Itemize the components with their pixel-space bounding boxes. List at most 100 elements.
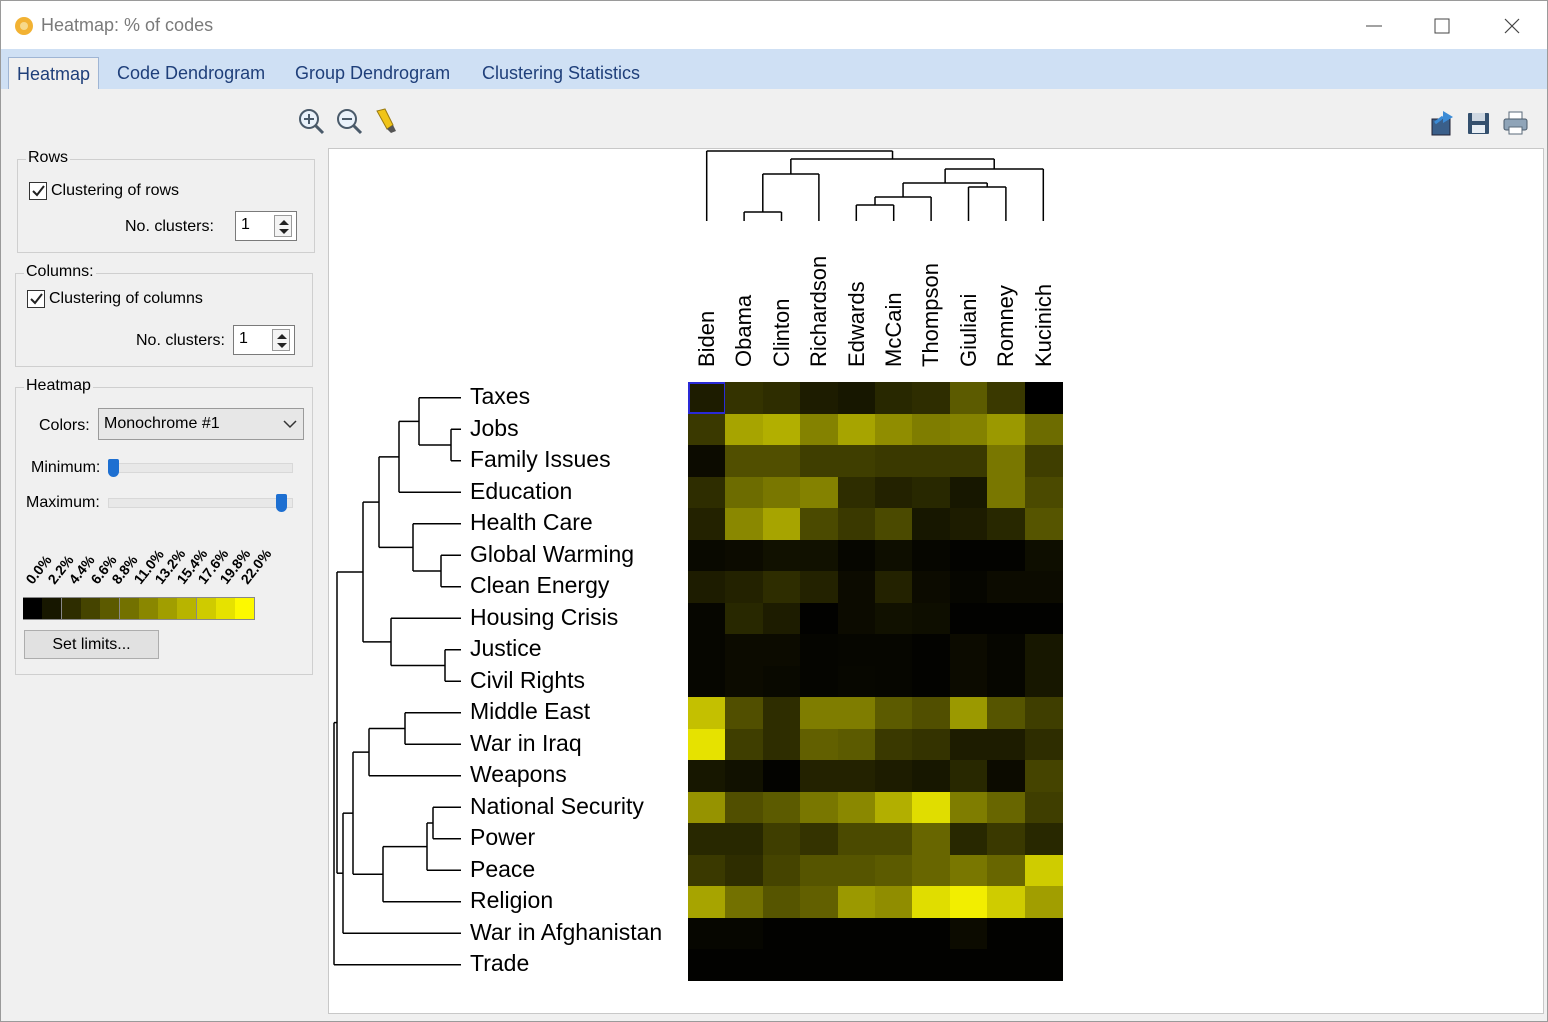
heatmap-cell[interactable]: [987, 917, 1026, 950]
heatmap-cell[interactable]: [688, 791, 726, 824]
heatmap-cell[interactable]: [837, 823, 876, 856]
heatmap-cell[interactable]: [800, 697, 839, 730]
heatmap-cell[interactable]: [912, 823, 951, 856]
heatmap-cell[interactable]: [949, 791, 988, 824]
columns-clustering-option[interactable]: Clustering of columns: [27, 290, 203, 308]
heatmap-cell[interactable]: [837, 917, 876, 950]
heatmap-cell[interactable]: [875, 854, 913, 887]
heatmap-cell[interactable]: [949, 508, 988, 541]
tab-group-dendrogram[interactable]: Group Dendrogram: [295, 59, 450, 89]
heatmap-cell[interactable]: [837, 476, 876, 509]
heatmap-cell[interactable]: [912, 539, 951, 572]
heatmap-cell[interactable]: [1024, 602, 1063, 635]
heatmap-cell[interactable]: [987, 791, 1026, 824]
heatmap-cell[interactable]: [1024, 854, 1063, 887]
heatmap-cell[interactable]: [987, 854, 1026, 887]
heatmap-cell[interactable]: [912, 760, 951, 793]
heatmap-cell[interactable]: [1024, 413, 1063, 446]
heatmap-cell[interactable]: [762, 949, 801, 982]
heatmap-cell[interactable]: [688, 823, 726, 856]
heatmap-cell[interactable]: [1024, 886, 1063, 919]
heatmap-cell[interactable]: [837, 697, 876, 730]
heatmap-cell[interactable]: [949, 602, 988, 635]
heatmap-cell[interactable]: [688, 949, 726, 982]
heatmap-cell[interactable]: [800, 886, 839, 919]
heatmap-cell[interactable]: [875, 697, 913, 730]
heatmap-cell[interactable]: [912, 949, 951, 982]
heatmap-cell[interactable]: [875, 949, 913, 982]
heatmap-cell[interactable]: [987, 886, 1026, 919]
heatmap-cell[interactable]: [762, 602, 801, 635]
heatmap-cell[interactable]: [800, 665, 839, 698]
heatmap-cell[interactable]: [725, 508, 764, 541]
heatmap-cell[interactable]: [1024, 571, 1063, 604]
heatmap-cell[interactable]: [837, 791, 876, 824]
heatmap-cell[interactable]: [688, 445, 726, 478]
heatmap-cell[interactable]: [800, 508, 839, 541]
heatmap-cell[interactable]: [912, 791, 951, 824]
heatmap-cell[interactable]: [875, 508, 913, 541]
heatmap-cell[interactable]: [949, 886, 988, 919]
heatmap-cell[interactable]: [688, 854, 726, 887]
heatmap-cell[interactable]: [762, 382, 801, 415]
heatmap-cell[interactable]: [912, 634, 951, 667]
heatmap-cell[interactable]: [762, 728, 801, 761]
heatmap-cell[interactable]: [875, 571, 913, 604]
heatmap-cell[interactable]: [762, 854, 801, 887]
heatmap-cell[interactable]: [1024, 634, 1063, 667]
heatmap-cell[interactable]: [688, 382, 726, 415]
heatmap-cell[interactable]: [912, 854, 951, 887]
save-button[interactable]: [1465, 109, 1493, 137]
heatmap-cell[interactable]: [875, 760, 913, 793]
maximum-slider-thumb[interactable]: [276, 494, 287, 512]
heatmap-cell[interactable]: [949, 445, 988, 478]
columns-clusters-arrows[interactable]: [272, 329, 290, 351]
heatmap-cell[interactable]: [1024, 791, 1063, 824]
heatmap-cell[interactable]: [1024, 760, 1063, 793]
heatmap-cell[interactable]: [800, 413, 839, 446]
heatmap-cell[interactable]: [987, 760, 1026, 793]
heatmap-cell[interactable]: [875, 917, 913, 950]
heatmap-cell[interactable]: [912, 382, 951, 415]
heatmap-cell[interactable]: [800, 571, 839, 604]
heatmap-cell[interactable]: [987, 665, 1026, 698]
heatmap-cell[interactable]: [688, 917, 726, 950]
heatmap-cell[interactable]: [987, 508, 1026, 541]
heatmap-cell[interactable]: [1024, 917, 1063, 950]
heatmap-cell[interactable]: [800, 602, 839, 635]
heatmap-cell[interactable]: [688, 697, 726, 730]
heatmap-cell[interactable]: [800, 476, 839, 509]
heatmap-cell[interactable]: [949, 634, 988, 667]
heatmap-cell[interactable]: [725, 823, 764, 856]
heatmap-cell[interactable]: [837, 413, 876, 446]
heatmap-cell[interactable]: [1024, 697, 1063, 730]
heatmap-cell[interactable]: [725, 602, 764, 635]
heatmap-cell[interactable]: [987, 602, 1026, 635]
heatmap-cell[interactable]: [912, 697, 951, 730]
heatmap-cell[interactable]: [912, 476, 951, 509]
heatmap-cell[interactable]: [949, 760, 988, 793]
heatmap-cell[interactable]: [800, 791, 839, 824]
heatmap-cell[interactable]: [762, 760, 801, 793]
heatmap-cell[interactable]: [688, 476, 726, 509]
heatmap-cell[interactable]: [800, 823, 839, 856]
heatmap-cell[interactable]: [688, 602, 726, 635]
heatmap-cell[interactable]: [987, 476, 1026, 509]
heatmap-cell[interactable]: [837, 539, 876, 572]
heatmap-cell[interactable]: [949, 539, 988, 572]
heatmap-cell[interactable]: [1024, 728, 1063, 761]
export-button[interactable]: [1429, 109, 1457, 137]
heatmap-cell[interactable]: [837, 571, 876, 604]
heatmap-cell[interactable]: [762, 917, 801, 950]
heatmap-cell[interactable]: [725, 382, 764, 415]
heatmap-cell[interactable]: [987, 728, 1026, 761]
rows-clusters-arrows[interactable]: [274, 215, 292, 237]
heatmap-cell[interactable]: [725, 665, 764, 698]
heatmap-cell[interactable]: [875, 476, 913, 509]
rows-clusters-stepper[interactable]: 1: [235, 211, 297, 241]
columns-clustering-checkbox[interactable]: [27, 290, 45, 308]
heatmap-cell[interactable]: [688, 539, 726, 572]
heatmap-cell[interactable]: [800, 917, 839, 950]
heatmap-cell[interactable]: [875, 791, 913, 824]
heatmap-cell[interactable]: [688, 886, 726, 919]
